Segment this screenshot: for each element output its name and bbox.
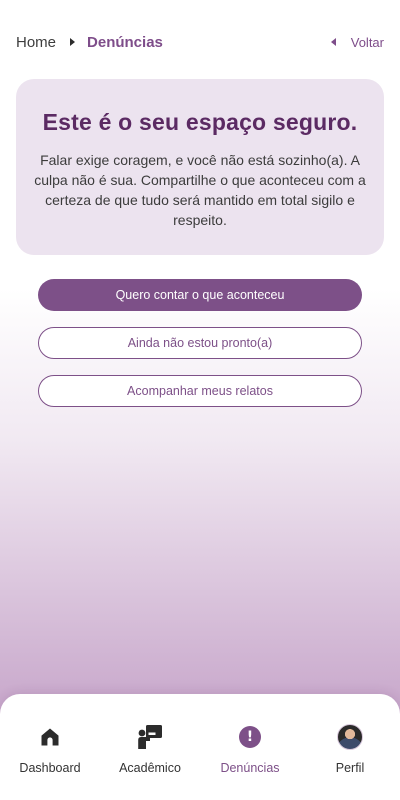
not-ready-button[interactable]: Ainda não estou pronto(a)	[38, 327, 362, 359]
follow-reports-button[interactable]: Acompanhar meus relatos	[38, 375, 362, 407]
breadcrumb-current: Denúncias	[87, 33, 163, 51]
chevron-right-icon	[70, 38, 76, 46]
card-text: Falar exige coragem, e você não está soz…	[34, 152, 366, 228]
chevron-left-icon	[330, 38, 336, 46]
avatar	[337, 724, 363, 750]
nav-item-denuncias[interactable]: ! Denúncias	[200, 694, 300, 800]
home-icon	[40, 724, 60, 750]
nav-label-dashboard: Dashboard	[19, 761, 81, 775]
back-label: Voltar	[350, 34, 384, 50]
nav-label-academico: Acadêmico	[119, 761, 181, 775]
top-bar: Home Denúncias Voltar	[16, 30, 384, 54]
nav-label-perfil: Perfil	[335, 761, 365, 775]
safe-space-card: Este é o seu espaço seguro. Falar exige …	[16, 79, 384, 255]
alert-icon: !	[239, 724, 261, 750]
breadcrumb: Home Denúncias	[16, 34, 163, 51]
bottom-nav: Dashboard Acadêmico ! Denúncias Perfil	[0, 694, 400, 800]
avatar-container	[337, 724, 363, 750]
tell-what-happened-button[interactable]: Quero contar o que aconteceu	[38, 279, 362, 311]
nav-item-academico[interactable]: Acadêmico	[100, 694, 200, 800]
teacher-board-icon	[137, 724, 163, 750]
nav-label-denuncias: Denúncias	[220, 761, 280, 775]
nav-item-dashboard[interactable]: Dashboard	[0, 694, 100, 800]
back-button[interactable]: Voltar	[330, 34, 384, 50]
card-title: Este é o seu espaço seguro.	[42, 109, 358, 135]
nav-item-perfil[interactable]: Perfil	[300, 694, 400, 800]
breadcrumb-home[interactable]: Home	[16, 34, 56, 51]
